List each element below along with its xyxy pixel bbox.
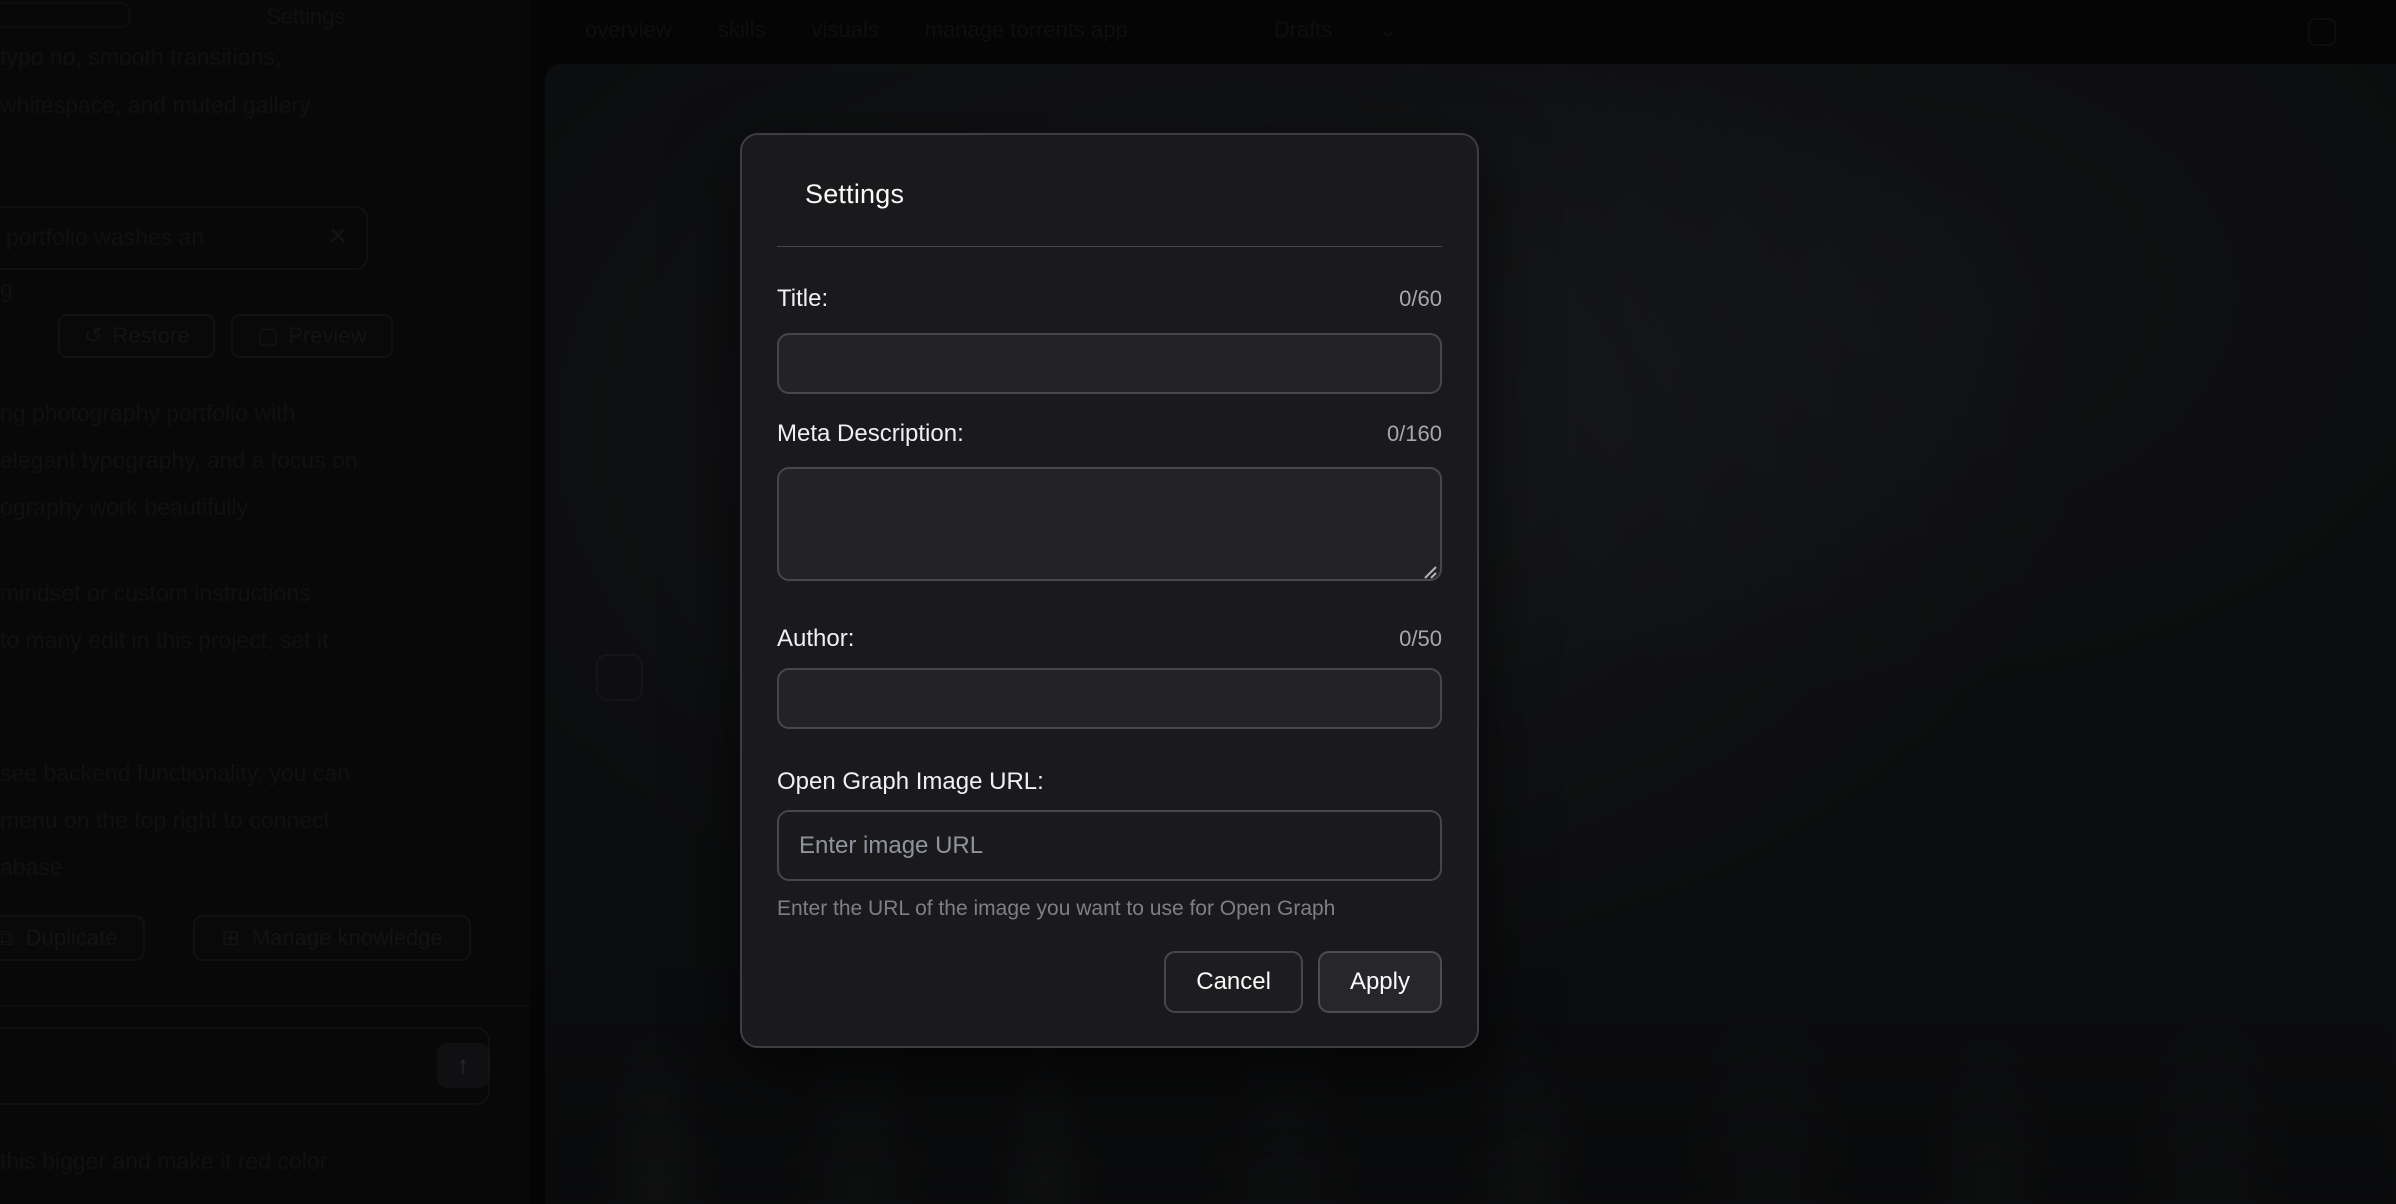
og-image-helper-text: Enter the URL of the image you want to u…	[777, 897, 1442, 921]
author-input[interactable]	[777, 668, 1442, 729]
dialog-title: Settings	[805, 179, 1442, 210]
meta-description-label: Meta Description:	[777, 420, 964, 448]
apply-button[interactable]: Apply	[1318, 951, 1442, 1013]
og-image-label: Open Graph Image URL:	[777, 768, 1044, 796]
meta-description-counter: 0/160	[1387, 421, 1442, 447]
author-label: Author:	[777, 625, 854, 653]
title-label: Title:	[777, 285, 828, 313]
author-counter: 0/50	[1399, 626, 1442, 652]
title-counter: 0/60	[1399, 286, 1442, 312]
settings-dialog: Settings Title: 0/60 Meta Description: 0…	[740, 133, 1479, 1048]
dialog-divider	[777, 246, 1442, 247]
og-image-url-input[interactable]	[777, 810, 1442, 881]
meta-description-textarea[interactable]	[777, 467, 1442, 581]
cancel-button[interactable]: Cancel	[1164, 951, 1303, 1013]
title-input[interactable]	[777, 333, 1442, 394]
